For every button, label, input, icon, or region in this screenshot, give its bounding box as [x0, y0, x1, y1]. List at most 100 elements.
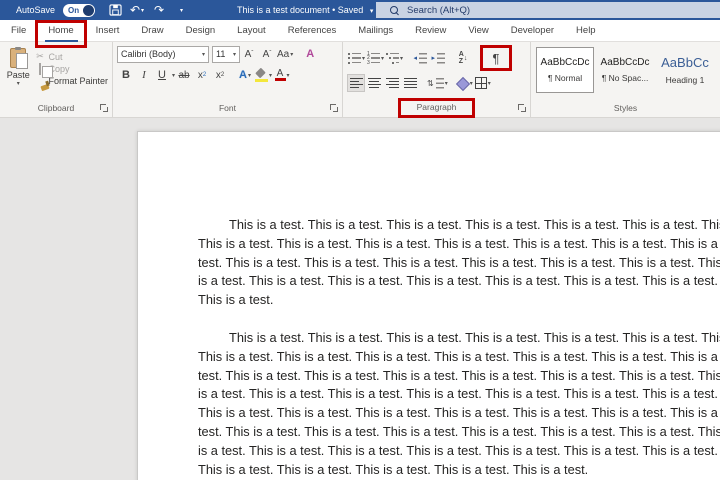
document-text-line: This is a test. This is a test. This is …	[198, 216, 720, 235]
decrease-indent-button[interactable]: ◂	[411, 49, 429, 67]
text-effects-button[interactable]: A ▾	[236, 66, 254, 84]
title-separator: •	[332, 5, 335, 15]
copy-button[interactable]: Copy	[34, 64, 108, 74]
strikethrough-icon: ab	[178, 70, 189, 81]
line-spacing-button[interactable]: ⇅ ▾	[426, 74, 449, 92]
font-dialog-launcher[interactable]	[330, 104, 338, 112]
style-name-label: Heading 1	[666, 75, 705, 85]
underline-button[interactable]: U	[153, 66, 171, 84]
borders-button[interactable]: ▾	[474, 74, 492, 92]
document-text-line: This is a test. This is a test. This is …	[198, 235, 720, 254]
pilcrow-icon: ¶	[493, 51, 500, 66]
document-title-text: This is a test document	[237, 5, 330, 15]
increase-indent-icon: ▸	[432, 53, 445, 64]
align-center-icon	[368, 78, 381, 89]
multilevel-list-button[interactable]: ▾	[385, 49, 404, 67]
save-button[interactable]	[105, 1, 125, 19]
decrease-indent-icon: ◂	[414, 53, 427, 64]
clipboard-group-label: Clipboard	[38, 103, 74, 113]
tab-design[interactable]: Design	[175, 20, 227, 42]
multilevel-dropdown-icon: ▾	[400, 55, 403, 62]
paste-dropdown-icon: ▾	[17, 80, 20, 87]
customize-qat-button[interactable]: ▾	[171, 1, 191, 19]
shrink-font-button[interactable]: Aˇ	[258, 45, 276, 63]
subscript-button[interactable]: x2	[193, 66, 211, 84]
document-page[interactable]: This is a test. This is a test. This is …	[137, 131, 720, 480]
strikethrough-button[interactable]: ab	[175, 66, 193, 84]
save-status: Saved	[338, 5, 364, 15]
font-color-icon: A	[275, 69, 286, 81]
numbering-button[interactable]: 1 2 3 ▾	[366, 49, 385, 67]
tab-references[interactable]: References	[277, 20, 348, 42]
borders-dropdown-icon: ▾	[488, 80, 491, 87]
font-color-button[interactable]: A ▾	[273, 66, 291, 84]
align-right-button[interactable]	[383, 74, 401, 92]
document-canvas[interactable]: This is a test. This is a test. This is …	[0, 118, 720, 480]
shading-dropdown-icon: ▾	[470, 80, 473, 87]
undo-dropdown-icon: ▾	[141, 7, 144, 14]
highlight-dropdown-icon: ▾	[269, 72, 272, 79]
sort-icon: AZ ↓	[459, 51, 468, 65]
tab-layout[interactable]: Layout	[226, 20, 277, 42]
style-sample-text: AaBbCc	[661, 55, 709, 70]
document-text-line: is a test. This is a test. This is a tes…	[198, 385, 720, 404]
clipboard-dialog-launcher[interactable]	[100, 104, 108, 112]
justify-button[interactable]	[401, 74, 419, 92]
undo-icon: ↶	[130, 3, 140, 17]
tab-insert[interactable]: Insert	[85, 20, 131, 42]
document-title[interactable]: This is a test document • Saved ▾	[237, 5, 373, 15]
style-card--normal[interactable]: AaBbCcDc¶ Normal	[536, 47, 594, 93]
redo-button[interactable]: ↷	[149, 1, 169, 19]
paragraph-group: ▾ 1 2 3 ▾ ▾	[343, 42, 531, 117]
numbering-icon: 1 2 3	[367, 53, 380, 64]
italic-button[interactable]: I	[135, 66, 153, 84]
font-size-combo[interactable]: 11 ▾	[212, 46, 240, 63]
style-card-heading-1[interactable]: AaBbCc Heading 1	[656, 47, 714, 93]
undo-button[interactable]: ↶ ▾	[127, 1, 147, 19]
bold-button[interactable]: B	[117, 66, 135, 84]
style-name-label: ¶ Normal	[548, 73, 582, 83]
search-input[interactable]: Search (Alt+Q)	[376, 2, 720, 18]
clear-formatting-button[interactable]: A	[301, 45, 319, 63]
sort-button[interactable]: AZ ↓	[454, 49, 472, 67]
highlight-icon	[255, 69, 268, 82]
style-card-heac[interactable]: AaBlHeac	[716, 47, 720, 93]
text-highlight-button[interactable]: ▾	[254, 66, 273, 84]
bullets-button[interactable]: ▾	[347, 49, 366, 67]
grow-font-button[interactable]: Aˆ	[240, 45, 258, 63]
align-center-button[interactable]	[365, 74, 383, 92]
tab-developer[interactable]: Developer	[500, 20, 565, 42]
tab-help[interactable]: Help	[565, 20, 607, 42]
document-text-line: is a test. This is a test. This is a tes…	[198, 442, 720, 461]
cut-button[interactable]: ✂ Cut	[34, 51, 108, 62]
shading-button[interactable]: ▾	[456, 74, 474, 92]
tab-home-label: Home	[48, 25, 73, 36]
autosave-toggle-state: On	[68, 6, 79, 15]
autosave-toggle-knob	[83, 5, 94, 16]
autosave-toggle[interactable]: On	[63, 4, 95, 17]
increase-indent-button[interactable]: ▸	[429, 49, 447, 67]
font-name-combo[interactable]: Calibri (Body) ▾	[117, 46, 209, 63]
tab-view[interactable]: View	[457, 20, 499, 42]
tab-review[interactable]: Review	[404, 20, 457, 42]
justify-icon	[404, 78, 417, 89]
superscript-mark: 2	[221, 72, 224, 78]
paragraph-dialog-launcher[interactable]	[518, 104, 526, 112]
redo-icon: ↷	[154, 3, 164, 17]
title-dropdown-icon: ▾	[370, 8, 374, 15]
italic-icon: I	[142, 69, 146, 81]
tab-file[interactable]: File	[0, 20, 37, 42]
show-formatting-marks-button[interactable]: ¶	[487, 49, 505, 67]
font-color-dropdown-icon: ▾	[287, 72, 290, 79]
document-paragraph: This is a test. This is a test. This is …	[198, 329, 720, 479]
tab-home[interactable]: Home	[37, 20, 84, 42]
change-case-button[interactable]: Aa ▾	[276, 45, 294, 63]
clipboard-group: Paste ▾ ✂ Cut Copy Format Painter Clipb	[0, 42, 113, 117]
superscript-button[interactable]: x2	[211, 66, 229, 84]
tab-mailings[interactable]: Mailings	[347, 20, 404, 42]
align-left-button[interactable]	[347, 74, 365, 92]
style-card--no-spac-[interactable]: AaBbCcDc¶ No Spac...	[596, 47, 654, 93]
tab-draw[interactable]: Draw	[130, 20, 174, 42]
paste-button[interactable]: Paste ▾	[4, 45, 32, 99]
align-left-icon	[350, 78, 363, 89]
